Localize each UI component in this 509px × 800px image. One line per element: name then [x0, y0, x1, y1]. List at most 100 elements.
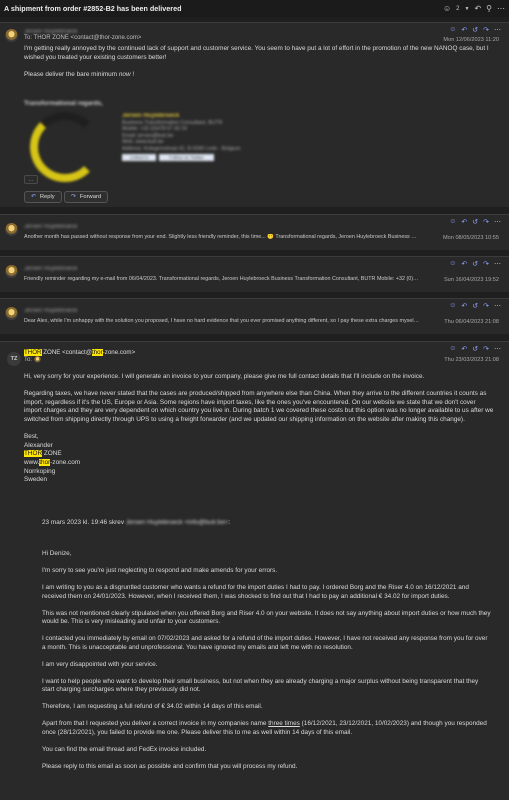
forward-icon: ↷	[71, 194, 76, 200]
conversation-header: A shipment from order #2852-B2 has been …	[0, 0, 509, 17]
sig-web[interactable]: Web: www.butr.be	[122, 139, 241, 146]
reply-icon: ↶	[31, 194, 36, 200]
quote-paragraph: I am very disappointed with your service…	[42, 660, 158, 668]
emoji-icon[interactable]: ☺	[449, 302, 456, 310]
body-paragraph: Regarding taxes, we have never stated th…	[24, 390, 494, 423]
reply-all-icon[interactable]: ↺	[472, 26, 478, 34]
quote-paragraph: I contacted you immediately by email on …	[42, 635, 488, 651]
message-collapsed-4[interactable]: Jeroen Huylebroeck ☺ ↶ ↺ ↷ ⋯ Dear Alex, …	[0, 298, 509, 334]
show-more-badge[interactable]: ...	[24, 175, 38, 184]
body-greeting: Hi, very sorry for your experience. I wi…	[24, 373, 425, 380]
more-icon[interactable]: ⋯	[494, 218, 501, 226]
message-actions: ☺ ↶ ↺ ↷ ⋯	[449, 345, 501, 353]
sender-name: Jeroen Huylebroeck	[24, 308, 78, 314]
sig-company: THOR ZONE	[24, 450, 62, 458]
message-date: Mon 12/06/2023 11:20	[443, 37, 499, 43]
sender-line[interactable]: THOR ZONE <contact@thor-zone.com>	[24, 349, 135, 356]
sig-social: Linked in Follow on Twitter	[122, 154, 214, 161]
quote-paragraph: I'm sorry to see you're just neglecting …	[42, 566, 278, 574]
more-icon[interactable]: ⋯	[494, 260, 501, 268]
forward-icon[interactable]: ↷	[483, 26, 489, 34]
sender-name: Jeroen Huylebroeck	[24, 224, 78, 230]
people-icon[interactable]: ☺	[443, 4, 451, 13]
zoom-icon[interactable]: ⚲	[486, 4, 492, 13]
message-preview: Dear Alex, while I'm unhappy with the so…	[24, 318, 419, 324]
reply-all-icon[interactable]: ↺	[472, 345, 478, 353]
quoted-message: 23 mars 2023 kl. 19:46 skrev Jeroen Huyl…	[42, 519, 492, 780]
message-actions: ☺ ↶ ↺ ↷ ⋯	[449, 26, 501, 34]
reply-icon[interactable]: ↶	[461, 218, 467, 226]
quote-paragraph: You can find the email thread and FedEx …	[42, 745, 207, 753]
twitter-button[interactable]: Follow on Twitter	[159, 154, 214, 161]
message-collapsed-3[interactable]: Jeroen Huylebroeck ☺ ↶ ↺ ↷ ⋯ Friendly re…	[0, 256, 509, 292]
avatar	[5, 307, 18, 320]
linkedin-button[interactable]: Linked in	[122, 154, 157, 161]
recipient-line: To: THOR ZONE <contact@thor-zone.com>	[24, 35, 142, 41]
people-count: 2	[456, 5, 460, 12]
message-expanded-1[interactable]: Jeroen Huylebroeck To: THOR ZONE <contac…	[0, 22, 509, 207]
quote-sender: Jeroen Huylebroeck <info@butr.be>	[125, 519, 229, 526]
more-icon[interactable]: ⋯	[497, 4, 505, 13]
message-date: Thu 06/04/2023 21:08	[444, 319, 499, 325]
emoji-icon[interactable]: ☺	[449, 26, 456, 34]
signature-logo	[30, 112, 100, 182]
forward-icon[interactable]: ↷	[483, 260, 489, 268]
reply-all-icon[interactable]: ↺	[472, 260, 478, 268]
conversation-subject: A shipment from order #2852-B2 has been …	[4, 4, 182, 13]
sig-closing: Best,	[24, 433, 39, 441]
forward-button[interactable]: ↷ Forward	[64, 191, 109, 203]
sig-website[interactable]: www.thor-zone.com	[24, 458, 494, 468]
avatar	[5, 265, 18, 278]
reply-icon[interactable]: ↶	[461, 302, 467, 310]
forward-label: Forward	[79, 194, 102, 200]
message-body: I'm getting really annoyed by the contin…	[24, 45, 494, 88]
recipient-avatar	[33, 356, 41, 363]
avatar	[5, 29, 18, 42]
more-icon[interactable]: ⋯	[494, 26, 501, 34]
signature: Best, Alexander THOR ZONE www.thor-zone.…	[24, 433, 494, 485]
forward-icon[interactable]: ↷	[483, 218, 489, 226]
reply-icon[interactable]: ↶	[461, 26, 467, 34]
message-actions: ☺ ↶ ↺ ↷ ⋯	[449, 302, 501, 310]
sig-country: Sweden	[24, 476, 48, 484]
quote-paragraph: This was not mentioned clearly stipulate…	[42, 609, 491, 626]
sig-mobile: Mobile: +32 (0)478 67 43 24	[122, 126, 188, 133]
more-icon[interactable]: ⋯	[494, 302, 501, 310]
emoji-icon[interactable]: ☺	[449, 345, 456, 353]
sig-name: Alexander	[24, 441, 53, 449]
reply-button[interactable]: ↶ Reply	[24, 191, 62, 203]
forward-icon[interactable]: ↷	[483, 345, 489, 353]
message-date: Mon 08/05/2023 10:55	[443, 235, 499, 241]
avatar	[5, 223, 18, 236]
sig-city: Norrkoping	[24, 467, 56, 475]
reply-icon[interactable]: ↶	[461, 345, 467, 353]
reply-all-icon[interactable]: ↺	[472, 218, 478, 226]
sig-regards: Transformational regards,	[24, 100, 103, 107]
quote-paragraph: Apart from that I requested you deliver …	[42, 720, 487, 736]
reply-label: Reply	[39, 194, 55, 200]
recipient-line: To:	[24, 356, 41, 363]
message-expanded-5[interactable]: TZ THOR ZONE <contact@thor-zone.com> To:…	[0, 341, 509, 800]
sig-email[interactable]: Email: jeroen@butr.be	[122, 133, 241, 140]
more-icon[interactable]: ⋯	[494, 345, 501, 353]
reply-all-icon[interactable]: ↺	[472, 302, 478, 310]
message-date: Sun 16/04/2023 19:52	[443, 277, 499, 283]
chevron-down-icon[interactable]: ▼	[464, 6, 469, 12]
sender-initials-avatar: TZ	[7, 352, 21, 366]
quote-greeting: Hi Denize,	[42, 549, 72, 557]
reply-icon[interactable]: ↶	[461, 260, 467, 268]
message-collapsed-2[interactable]: Jeroen Huylebroeck ☺ ↶ ↺ ↷ ⋯ Another mon…	[0, 214, 509, 250]
forward-icon[interactable]: ↷	[483, 302, 489, 310]
sig-name: Jeroen Huylebroeck	[122, 113, 180, 119]
quote-paragraph: Therefore, I am requesting a full refund…	[42, 703, 263, 711]
sender-name: Jeroen Huylebroeck	[24, 266, 78, 272]
emoji-icon[interactable]: ☺	[449, 218, 456, 226]
sig-title: Business Transformation Consultant, BUTR	[122, 119, 223, 126]
header-toolbar: ☺ 2 ▼ ↶ ⚲ ⋯	[443, 4, 505, 13]
reply-all-icon[interactable]: ↶	[474, 4, 481, 13]
quote-paragraph: Please reply to this email as soon as po…	[42, 762, 298, 770]
quote-paragraph: I am writing to you as a disgruntled cus…	[42, 583, 469, 600]
message-body: Hi, very sorry for your experience. I wi…	[24, 373, 494, 485]
quote-paragraph: I want to help people who want to develo…	[42, 677, 479, 694]
emoji-icon[interactable]: ☺	[449, 260, 456, 268]
